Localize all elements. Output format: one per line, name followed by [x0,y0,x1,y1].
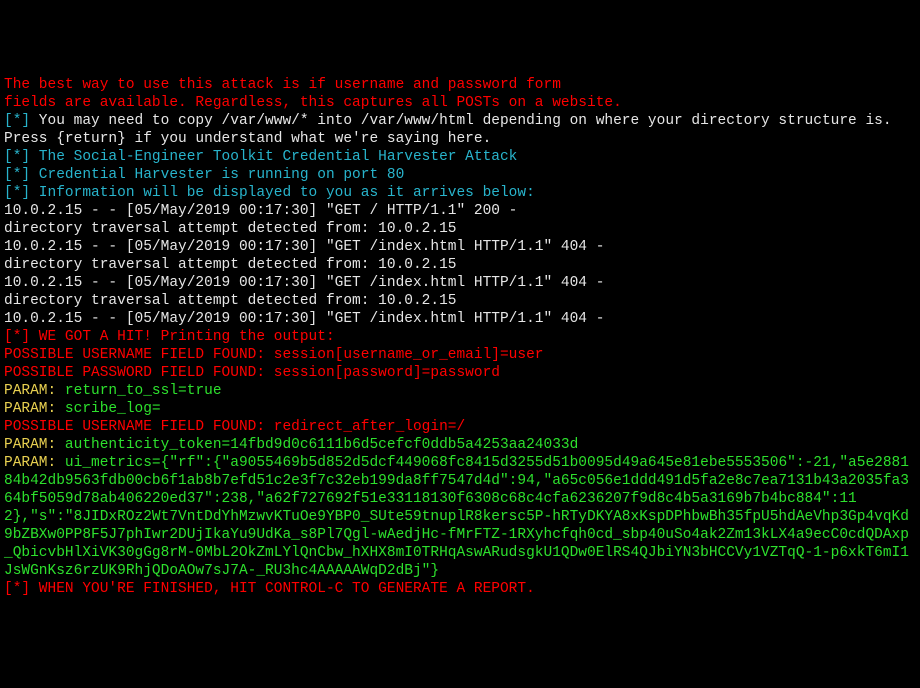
info-display-line: [*] Information will be displayed to you… [4,184,916,202]
http-log-4: 10.0.2.15 - - [05/May/2019 00:17:30] "GE… [4,310,916,328]
param-label: PARAM: [4,437,65,453]
star-prefix: [*] [4,167,30,183]
param-value: scribe_log= [65,401,161,417]
http-log-3: 10.0.2.15 - - [05/May/2019 00:17:30] "GE… [4,274,916,292]
param-value: return_to_ssl=true [65,383,222,399]
username-found: POSSIBLE USERNAME FIELD FOUND: session[u… [4,346,916,364]
finish-line: [*] WHEN YOU'RE FINISHED, HIT CONTROL-C … [4,580,916,598]
traversal-3: directory traversal attempt detected fro… [4,292,916,310]
copy-msg: You may need to copy /var/www/* into /va… [30,113,891,129]
param-label: PARAM: [4,401,65,417]
param-ui-metrics: PARAM: ui_metrics={"rf":{"a9055469b5d852… [4,454,916,580]
intro-line-1: The best way to use this attack is if us… [4,76,916,94]
hit-announce: [*] WE GOT A HIT! Printing the output: [4,328,916,346]
traversal-1: directory traversal attempt detected fro… [4,220,916,238]
star-prefix: [*] [4,113,30,129]
copy-notice: [*] You may need to copy /var/www/* into… [4,112,916,130]
param-scribe: PARAM: scribe_log= [4,400,916,418]
harvester-msg: Credential Harvester is running on port … [30,167,404,183]
star-prefix: [*] [4,185,30,201]
http-log-1: 10.0.2.15 - - [05/May/2019 00:17:30] "GE… [4,202,916,220]
harvester-running: [*] Credential Harvester is running on p… [4,166,916,184]
terminal-output: The best way to use this attack is if us… [4,76,916,598]
press-return: Press {return} if you understand what we… [4,130,916,148]
http-log-2: 10.0.2.15 - - [05/May/2019 00:17:30] "GE… [4,238,916,256]
traversal-2: directory traversal attempt detected fro… [4,256,916,274]
password-found: POSSIBLE PASSWORD FIELD FOUND: session[p… [4,364,916,382]
param-value: ui_metrics={"rf":{"a9055469b5d852d5dcf44… [4,455,909,579]
finish-msg: WHEN YOU'RE FINISHED, HIT CONTROL-C TO G… [30,581,535,597]
redirect-found: POSSIBLE USERNAME FIELD FOUND: redirect_… [4,418,916,436]
intro-line-2: fields are available. Regardless, this c… [4,94,916,112]
info-msg: Information will be displayed to you as … [30,185,535,201]
param-return: PARAM: return_to_ssl=true [4,382,916,400]
param-label: PARAM: [4,383,65,399]
star-prefix: [*] [4,149,30,165]
set-cred-msg: The Social-Engineer Toolkit Credential H… [30,149,517,165]
param-value: authenticity_token=14fbd9d0c6111b6d5cefc… [65,437,578,453]
set-credential-line: [*] The Social-Engineer Toolkit Credenti… [4,148,916,166]
star-prefix: [*] [4,581,30,597]
param-auth: PARAM: authenticity_token=14fbd9d0c6111b… [4,436,916,454]
param-label: PARAM: [4,455,65,471]
